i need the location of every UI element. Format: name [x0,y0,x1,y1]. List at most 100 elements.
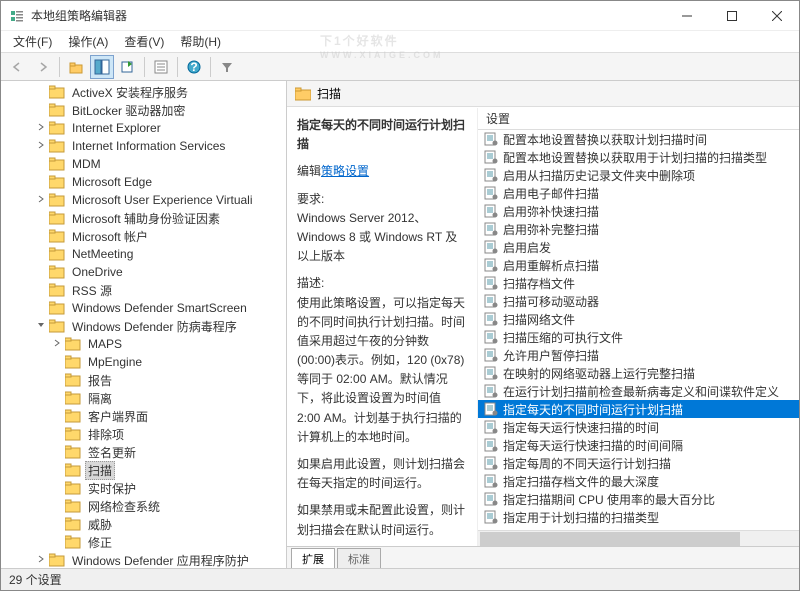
minimize-button[interactable] [664,1,709,30]
setting-item[interactable]: 扫描网络文件 [478,310,799,328]
expander-icon[interactable] [33,121,49,135]
setting-item[interactable]: 配置本地设置替换以获取计划扫描时间 [478,130,799,148]
tree-item[interactable]: Microsoft 辅助身份验证因素 [1,209,286,227]
folder-icon [49,175,65,189]
setting-item[interactable]: 指定扫描期间 CPU 使用率的最大百分比 [478,490,799,508]
setting-item[interactable]: 在映射的网络驱动器上运行完整扫描 [478,364,799,382]
setting-item[interactable]: 配置本地设置替换以获取用于计划扫描的扫描类型 [478,148,799,166]
setting-item[interactable]: 指定用于计划扫描的扫描类型 [478,508,799,526]
setting-item[interactable]: 启用弥补完整扫描 [478,220,799,238]
app-icon [9,8,25,24]
settings-column-header[interactable]: 设置 [478,108,799,130]
setting-item[interactable]: 允许用户暂停扫描 [478,346,799,364]
tree-item[interactable]: MpEngine [1,353,286,371]
setting-item-label: 在运行计划扫描前检查最新病毒定义和间谍软件定义 [503,383,779,400]
tree-item-label: OneDrive [69,264,126,280]
properties-button[interactable] [149,55,173,79]
tree-item[interactable]: 实时保护 [1,479,286,497]
tree-item[interactable]: 威胁 [1,515,286,533]
settings-list[interactable]: 配置本地设置替换以获取计划扫描时间配置本地设置替换以获取用于计划扫描的扫描类型启… [478,130,799,530]
setting-item[interactable]: 启用电子邮件扫描 [478,184,799,202]
edit-policy-link[interactable]: 策略设置 [321,164,369,178]
policy-icon [484,258,498,272]
tree-item-label: 隔离 [85,389,115,408]
tree-item-label: Microsoft Edge [69,174,155,190]
setting-item[interactable]: 在运行计划扫描前检查最新病毒定义和间谍软件定义 [478,382,799,400]
setting-item[interactable]: 指定每天运行快速扫描的时间间隔 [478,436,799,454]
setting-item[interactable]: 指定每周的不同天运行计划扫描 [478,454,799,472]
tree-item-label: MAPS [85,336,125,352]
expander-icon[interactable] [33,553,49,567]
tree-item[interactable]: Microsoft Edge [1,173,286,191]
tree-item-label: NetMeeting [69,246,136,262]
setting-item[interactable]: 扫描存档文件 [478,274,799,292]
tree-item[interactable]: 报告 [1,371,286,389]
up-button[interactable] [64,55,88,79]
policy-icon [484,330,498,344]
tree-item[interactable]: RSS 源 [1,281,286,299]
tree-item[interactable]: 隔离 [1,389,286,407]
folder-icon [49,211,65,225]
menu-file[interactable]: 文件(F) [5,31,60,52]
menu-action[interactable]: 操作(A) [60,31,116,52]
status-text: 29 个设置 [9,571,62,588]
tree-item[interactable]: Microsoft 帐户 [1,227,286,245]
tree-view[interactable]: ActiveX 安装程序服务BitLocker 驱动器加密Internet Ex… [1,81,287,568]
menu-view[interactable]: 查看(V) [116,31,172,52]
tree-item-label: Internet Information Services [69,138,228,154]
show-hide-tree-button[interactable] [90,55,114,79]
expander-icon[interactable] [33,193,49,207]
tree-item[interactable]: MAPS [1,335,286,353]
tree-item[interactable]: 客户端界面 [1,407,286,425]
tree-item[interactable]: Microsoft User Experience Virtuali [1,191,286,209]
tree-item[interactable]: NetMeeting [1,245,286,263]
tree-item[interactable]: 签名更新 [1,443,286,461]
policy-icon [484,510,498,524]
tree-item[interactable]: 网络检查系统 [1,497,286,515]
maximize-button[interactable] [709,1,754,30]
setting-item[interactable]: 启用弥补快速扫描 [478,202,799,220]
tree-item-label: 修正 [85,533,115,552]
tree-item[interactable]: Windows Defender 应用程序防护 [1,551,286,568]
forward-button[interactable] [31,55,55,79]
filter-button[interactable] [215,55,239,79]
tree-item[interactable]: OneDrive [1,263,286,281]
tree-item[interactable]: 排除项 [1,425,286,443]
setting-item[interactable]: 扫描压缩的可执行文件 [478,328,799,346]
expander-icon[interactable] [49,337,65,351]
setting-item-label: 启用弥补快速扫描 [503,203,599,220]
tree-item[interactable]: ActiveX 安装程序服务 [1,83,286,101]
tree-item[interactable]: Internet Explorer [1,119,286,137]
tree-item[interactable]: 扫描 [1,461,286,479]
tab-extended[interactable]: 扩展 [291,548,335,568]
setting-item[interactable]: 启用重解析点扫描 [478,256,799,274]
setting-item-label: 扫描可移动驱动器 [503,293,599,310]
tab-standard[interactable]: 标准 [337,548,381,568]
menu-help[interactable]: 帮助(H) [172,31,229,52]
tree-item[interactable]: 修正 [1,533,286,551]
back-button[interactable] [5,55,29,79]
setting-item[interactable]: 启用从扫描历史记录文件夹中删除项 [478,166,799,184]
folder-icon [65,373,81,387]
setting-item[interactable]: 扫描可移动驱动器 [478,292,799,310]
setting-item-label: 指定用于计划扫描的扫描类型 [503,509,659,526]
help-button[interactable]: ? [182,55,206,79]
horizontal-scrollbar[interactable] [478,530,799,546]
setting-item-label: 配置本地设置替换以获取计划扫描时间 [503,131,707,148]
close-button[interactable] [754,1,799,30]
setting-item[interactable]: 指定每天运行快速扫描的时间 [478,418,799,436]
tree-item[interactable]: Windows Defender 防病毒程序 [1,317,286,335]
tree-item-label: 报告 [85,371,115,390]
tree-item[interactable]: Internet Information Services [1,137,286,155]
window-title: 本地组策略编辑器 [31,7,664,24]
setting-item[interactable]: 启用启发 [478,238,799,256]
tree-item[interactable]: MDM [1,155,286,173]
tree-item[interactable]: Windows Defender SmartScreen [1,299,286,317]
setting-item[interactable]: 指定扫描存档文件的最大深度 [478,472,799,490]
tree-item-label: Windows Defender 应用程序防护 [69,551,252,569]
export-button[interactable] [116,55,140,79]
expander-icon[interactable] [33,319,49,333]
expander-icon[interactable] [33,139,49,153]
setting-item[interactable]: 指定每天的不同时间运行计划扫描 [478,400,799,418]
tree-item[interactable]: BitLocker 驱动器加密 [1,101,286,119]
